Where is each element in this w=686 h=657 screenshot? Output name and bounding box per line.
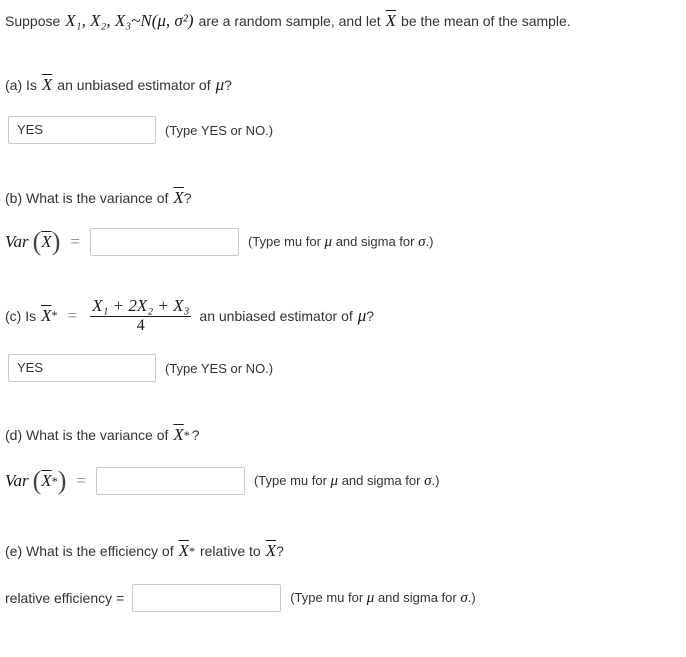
sigma-symbol: σ (424, 472, 432, 489)
estimator-symbol: X (41, 471, 52, 490)
mu-symbol: μ (215, 75, 225, 94)
question-mark: ? (224, 77, 232, 93)
part-e-prefix: (e) What is the efficiency of (5, 543, 174, 559)
part-d-answer-row: Var (X *) = (Type mu for μ and sigma for … (5, 466, 440, 495)
var-label: Var (5, 471, 29, 490)
star-superscript: * (188, 543, 195, 558)
sample-mean-symbol: X (173, 188, 184, 207)
part-a-prefix: (a) Is (5, 77, 37, 93)
hint-text: (Type mu for (290, 589, 364, 605)
problem-statement: Suppose X₁, X₂, X₃ ~N(μ, σ²) are a rando… (5, 11, 571, 31)
fraction-numerator: X₁ + 2X₂ + X₃ (90, 296, 192, 317)
part-d-question: (d) What is the variance of X * ? (5, 425, 200, 445)
intro-prefix: Suppose (5, 13, 61, 29)
part-a-suffix: an unbiased estimator of (57, 77, 211, 93)
hint-text: .) (467, 589, 476, 605)
equals-sign: = (70, 232, 80, 251)
part-b-answer-input[interactable] (89, 228, 239, 256)
sample-mean-symbol: X (265, 541, 277, 560)
part-c-answer-input[interactable]: YES (8, 354, 156, 382)
question-mark: ? (183, 190, 192, 206)
mu-symbol: μ (324, 233, 333, 250)
part-e-mid: relative to (199, 543, 261, 559)
part-a-question: (a) Is X an unbiased estimator of μ ? (5, 75, 232, 95)
star-superscript: * (51, 308, 58, 322)
part-c-answer-row: YES (Type YES or NO.) (8, 354, 273, 382)
part-b-answer-row: Var (X) = (Type mu for μ and sigma for σ… (5, 227, 434, 256)
part-d-prefix: (d) What is the variance of (5, 427, 169, 443)
part-a-hint: (Type YES or NO.) (165, 122, 274, 138)
mu-symbol: μ (330, 472, 339, 489)
hint-text: (Type mu for (247, 233, 321, 249)
estimator-symbol: X (41, 305, 52, 325)
hint-text: and sigma for (341, 472, 421, 488)
star-superscript: * (183, 427, 190, 442)
hint-text: and sigma for (335, 233, 415, 249)
sample-mean-symbol: X (41, 232, 52, 251)
hint-text: (Type mu for (253, 472, 327, 488)
part-e-question: (e) What is the efficiency of X * relativ… (5, 541, 284, 561)
sample-variables: X₁, X₂, X₃ (65, 11, 132, 30)
part-a-answer-input[interactable]: YES (8, 116, 156, 144)
part-a-answer-row: YES (Type YES or NO.) (8, 116, 273, 144)
part-d-hint: (Type mu for μ and sigma for σ.) (254, 473, 440, 490)
sigma-symbol: σ (460, 589, 468, 606)
part-e-hint: (Type mu for μ and sigma for σ.) (290, 590, 476, 607)
distribution: ~N(μ, σ²) (131, 11, 194, 30)
hint-text: .) (425, 233, 434, 249)
part-c-hint: (Type YES or NO.) (165, 360, 274, 376)
part-c-suffix: an unbiased estimator of (199, 307, 353, 324)
sample-mean-symbol: X (385, 11, 397, 30)
part-c-question: (c) Is X * = X₁ + 2X₂ + X₃ 4 an unbiased … (5, 296, 375, 335)
part-b-prefix: (b) What is the variance of (5, 190, 169, 206)
mu-symbol: μ (366, 589, 375, 606)
hint-text: and sigma for (377, 589, 457, 605)
question-mark: ? (191, 427, 200, 443)
part-b-hint: (Type mu for μ and sigma for σ.) (248, 234, 434, 251)
equals-sign: = (67, 305, 78, 325)
fraction-denominator: 4 (136, 317, 145, 334)
equals-sign: = (76, 471, 86, 490)
intro-suffix: be the mean of the sample. (401, 13, 571, 29)
part-e-answer-input[interactable] (132, 584, 282, 612)
part-e-answer-row: relative efficiency = (Type mu for μ and… (5, 584, 476, 612)
question-mark: ? (276, 543, 284, 559)
sigma-symbol: σ (418, 233, 426, 250)
mu-symbol: μ (357, 305, 367, 325)
sample-mean-symbol: X (41, 75, 53, 94)
var-label: Var (5, 232, 29, 251)
hint-text: .) (431, 472, 440, 488)
estimator-symbol: X (178, 541, 189, 560)
relative-efficiency-label: relative efficiency = (5, 590, 125, 606)
intro-mid: are a random sample, and let (198, 13, 381, 29)
estimator-symbol: X (173, 425, 184, 444)
part-c-prefix: (c) Is (5, 307, 37, 324)
part-d-answer-input[interactable] (95, 467, 245, 495)
estimator-fraction: X₁ + 2X₂ + X₃ 4 (90, 296, 192, 334)
part-b-question: (b) What is the variance of X ? (5, 188, 192, 208)
question-mark: ? (366, 307, 375, 324)
